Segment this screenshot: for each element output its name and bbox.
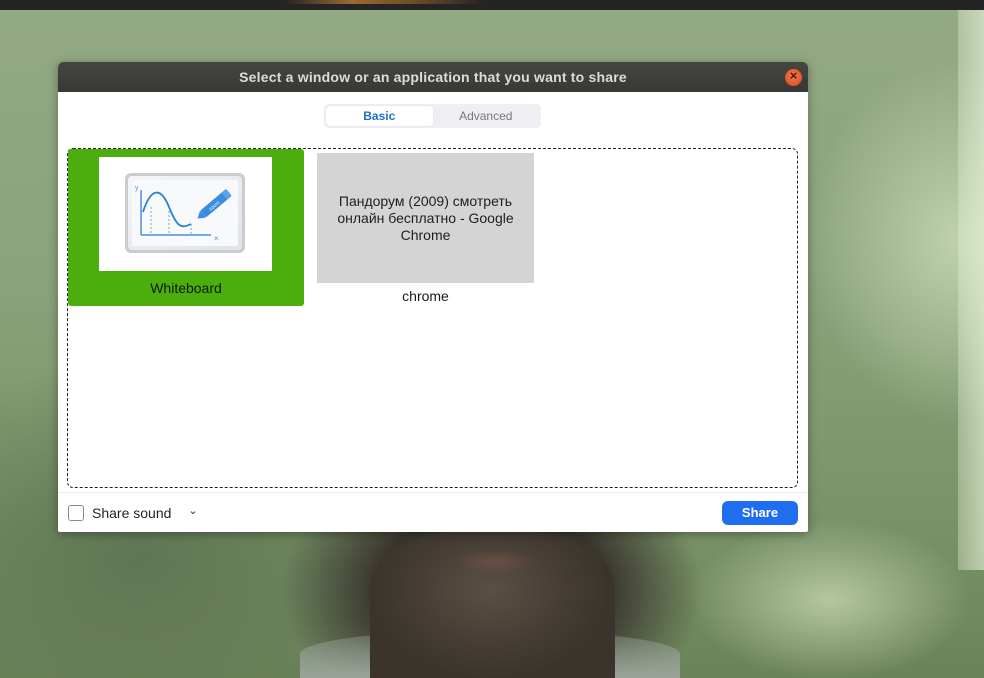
whiteboard-thumbnail: y × zoom [99, 157, 272, 271]
chevron-down-icon[interactable]: ⌄ [186, 503, 200, 519]
share-screen-dialog: Select a window or an application that y… [58, 62, 808, 532]
dialog-footer: Share sound ⌄ Share [58, 492, 808, 532]
chrome-thumbnail-title: Пандорум (2009) смотреть онлайн бесплатн… [337, 192, 514, 243]
tab-basic[interactable]: Basic [326, 106, 433, 126]
source-tile-chrome[interactable]: Пандорум (2009) смотреть онлайн бесплатн… [317, 153, 534, 310]
dialog-title: Select a window or an application that y… [239, 69, 627, 85]
share-sources-grid: y × zoom Whiteboard Пандорум (2009) смот… [67, 148, 798, 488]
close-button[interactable]: × [785, 68, 802, 86]
tab-bar: Basic Advanced [324, 104, 541, 128]
share-sound-label: Share sound [92, 505, 172, 521]
background-mouth [455, 548, 535, 576]
close-icon: × [789, 68, 798, 83]
top-bar [0, 0, 984, 10]
svg-text:y: y [135, 185, 139, 192]
share-button[interactable]: Share [722, 501, 798, 525]
background-light-band [958, 10, 984, 570]
svg-text:×: × [214, 234, 219, 243]
source-label-whiteboard: Whiteboard [150, 280, 222, 296]
top-bar-glow [285, 0, 485, 4]
tab-advanced[interactable]: Advanced [433, 106, 540, 126]
chrome-thumbnail: Пандорум (2009) смотреть онлайн бесплатн… [317, 153, 534, 283]
dialog-titlebar: Select a window or an application that y… [58, 62, 808, 92]
source-tile-whiteboard[interactable]: y × zoom Whiteboard [68, 149, 304, 306]
source-label-chrome: chrome [402, 288, 449, 304]
whiteboard-graph-icon: y × zoom [125, 173, 245, 253]
share-sound-checkbox[interactable] [68, 505, 84, 521]
